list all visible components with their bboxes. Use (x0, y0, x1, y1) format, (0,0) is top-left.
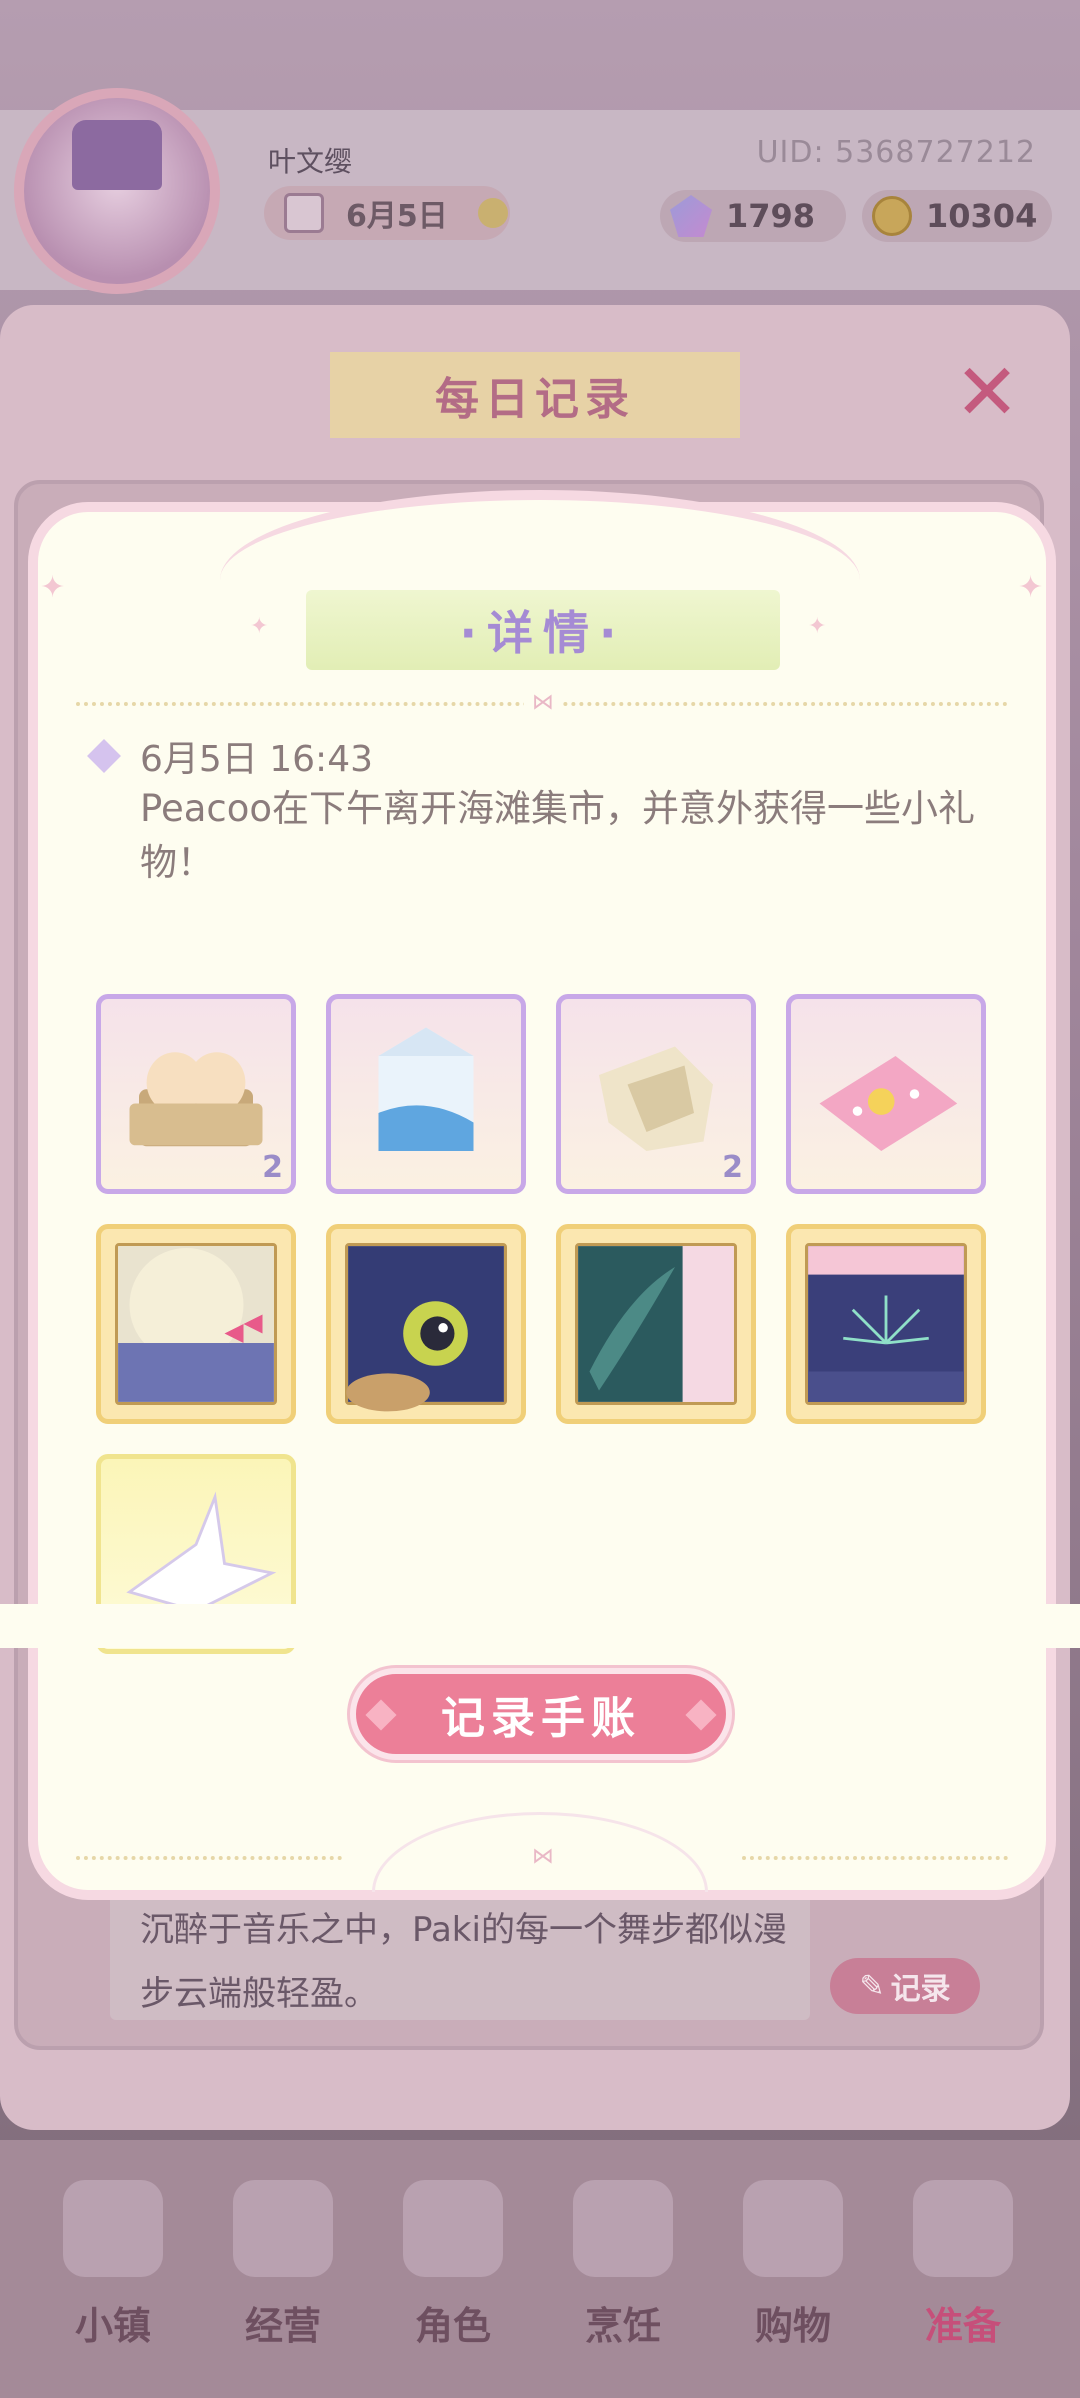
divider (76, 1856, 342, 1860)
record-journal-button[interactable]: 记录手账 (350, 1668, 732, 1760)
nav-label: 烹饪 (584, 2304, 661, 2348)
calendar-icon (284, 193, 324, 233)
item-count: 2 (262, 1150, 283, 1185)
nav-icon (403, 2180, 503, 2277)
nav-item-0[interactable]: 小镇 (38, 2180, 188, 2350)
grid-clip-mask (0, 1604, 1080, 1648)
nav-item-5[interactable]: 准备 (888, 2180, 1038, 2350)
entry-description: Peacoo在下午离开海滩集市，并意外获得一些小礼物！ (140, 787, 976, 884)
background-record-label: 记录 (890, 1972, 951, 2007)
nav-label: 购物 (754, 2304, 831, 2348)
reward-item[interactable] (326, 1224, 526, 1424)
divider (742, 1856, 1008, 1860)
nav-item-3[interactable]: 烹饪 (548, 2180, 698, 2350)
close-icon[interactable]: ✕ (952, 354, 1022, 432)
nav-label: 角色 (414, 2304, 491, 2348)
nav-label: 准备 (924, 2304, 1001, 2348)
sparkle-icon: ✦ (808, 614, 827, 639)
reward-item[interactable] (326, 994, 526, 1194)
nav-item-4[interactable]: 购物 (718, 2180, 868, 2350)
reward-item[interactable]: 2 (96, 994, 296, 1194)
gem-count: 1798 (726, 197, 816, 235)
detail-title: ·详情· (306, 590, 780, 670)
gem-icon (670, 195, 712, 237)
nav-label: 小镇 (74, 2304, 151, 2348)
bow-icon: ⋈ (524, 1844, 562, 1869)
reward-item[interactable] (786, 994, 986, 1194)
reward-item[interactable] (786, 1224, 986, 1424)
bow-icon: ⋈ (524, 690, 562, 715)
player-avatar[interactable] (14, 88, 220, 294)
feather-icon: ✎ (859, 1968, 885, 2004)
coin-counter: 10304 (862, 190, 1052, 242)
diamond-icon (685, 1699, 717, 1731)
sparkle-icon: ✦ (250, 614, 269, 639)
current-date: 6月5日 (346, 199, 448, 234)
nav-icon (573, 2180, 673, 2277)
nav-item-1[interactable]: 经营 (208, 2180, 358, 2350)
nav-icon (63, 2180, 163, 2277)
date-pill: 6月5日 (264, 186, 510, 240)
nav-icon (233, 2180, 333, 2277)
entry-timestamp: 6月5日 16:43 (140, 739, 373, 780)
uid-label: UID: 5368727212 (756, 135, 1036, 170)
sparkle-icon: ✦ (40, 570, 66, 605)
nav-label: 经营 (244, 2304, 321, 2348)
coin-icon (872, 196, 912, 236)
coin-count: 10304 (926, 197, 1038, 235)
sparkle-icon: ✦ (1018, 570, 1044, 605)
panel-title: 每日记录 (330, 352, 740, 438)
reward-item[interactable] (96, 1224, 296, 1424)
reward-item[interactable] (556, 1224, 756, 1424)
record-journal-label: 记录手账 (441, 1693, 641, 1744)
background-entry-text: 沉醉于音乐之中，Paki的每一个舞步都似漫步云端般轻盈。 (140, 1910, 787, 2014)
item-count: 2 (722, 1150, 743, 1185)
username: 叶文缨 (268, 145, 353, 178)
nav-item-2[interactable]: 角色 (378, 2180, 528, 2350)
sun-icon (477, 198, 508, 228)
nav-icon (743, 2180, 843, 2277)
gem-counter: 1798 (660, 190, 846, 242)
reward-item[interactable]: 2 (556, 994, 756, 1194)
diamond-icon (365, 1699, 397, 1731)
background-record-button[interactable]: ✎ 记录 (830, 1958, 980, 2014)
nav-icon (913, 2180, 1013, 2277)
